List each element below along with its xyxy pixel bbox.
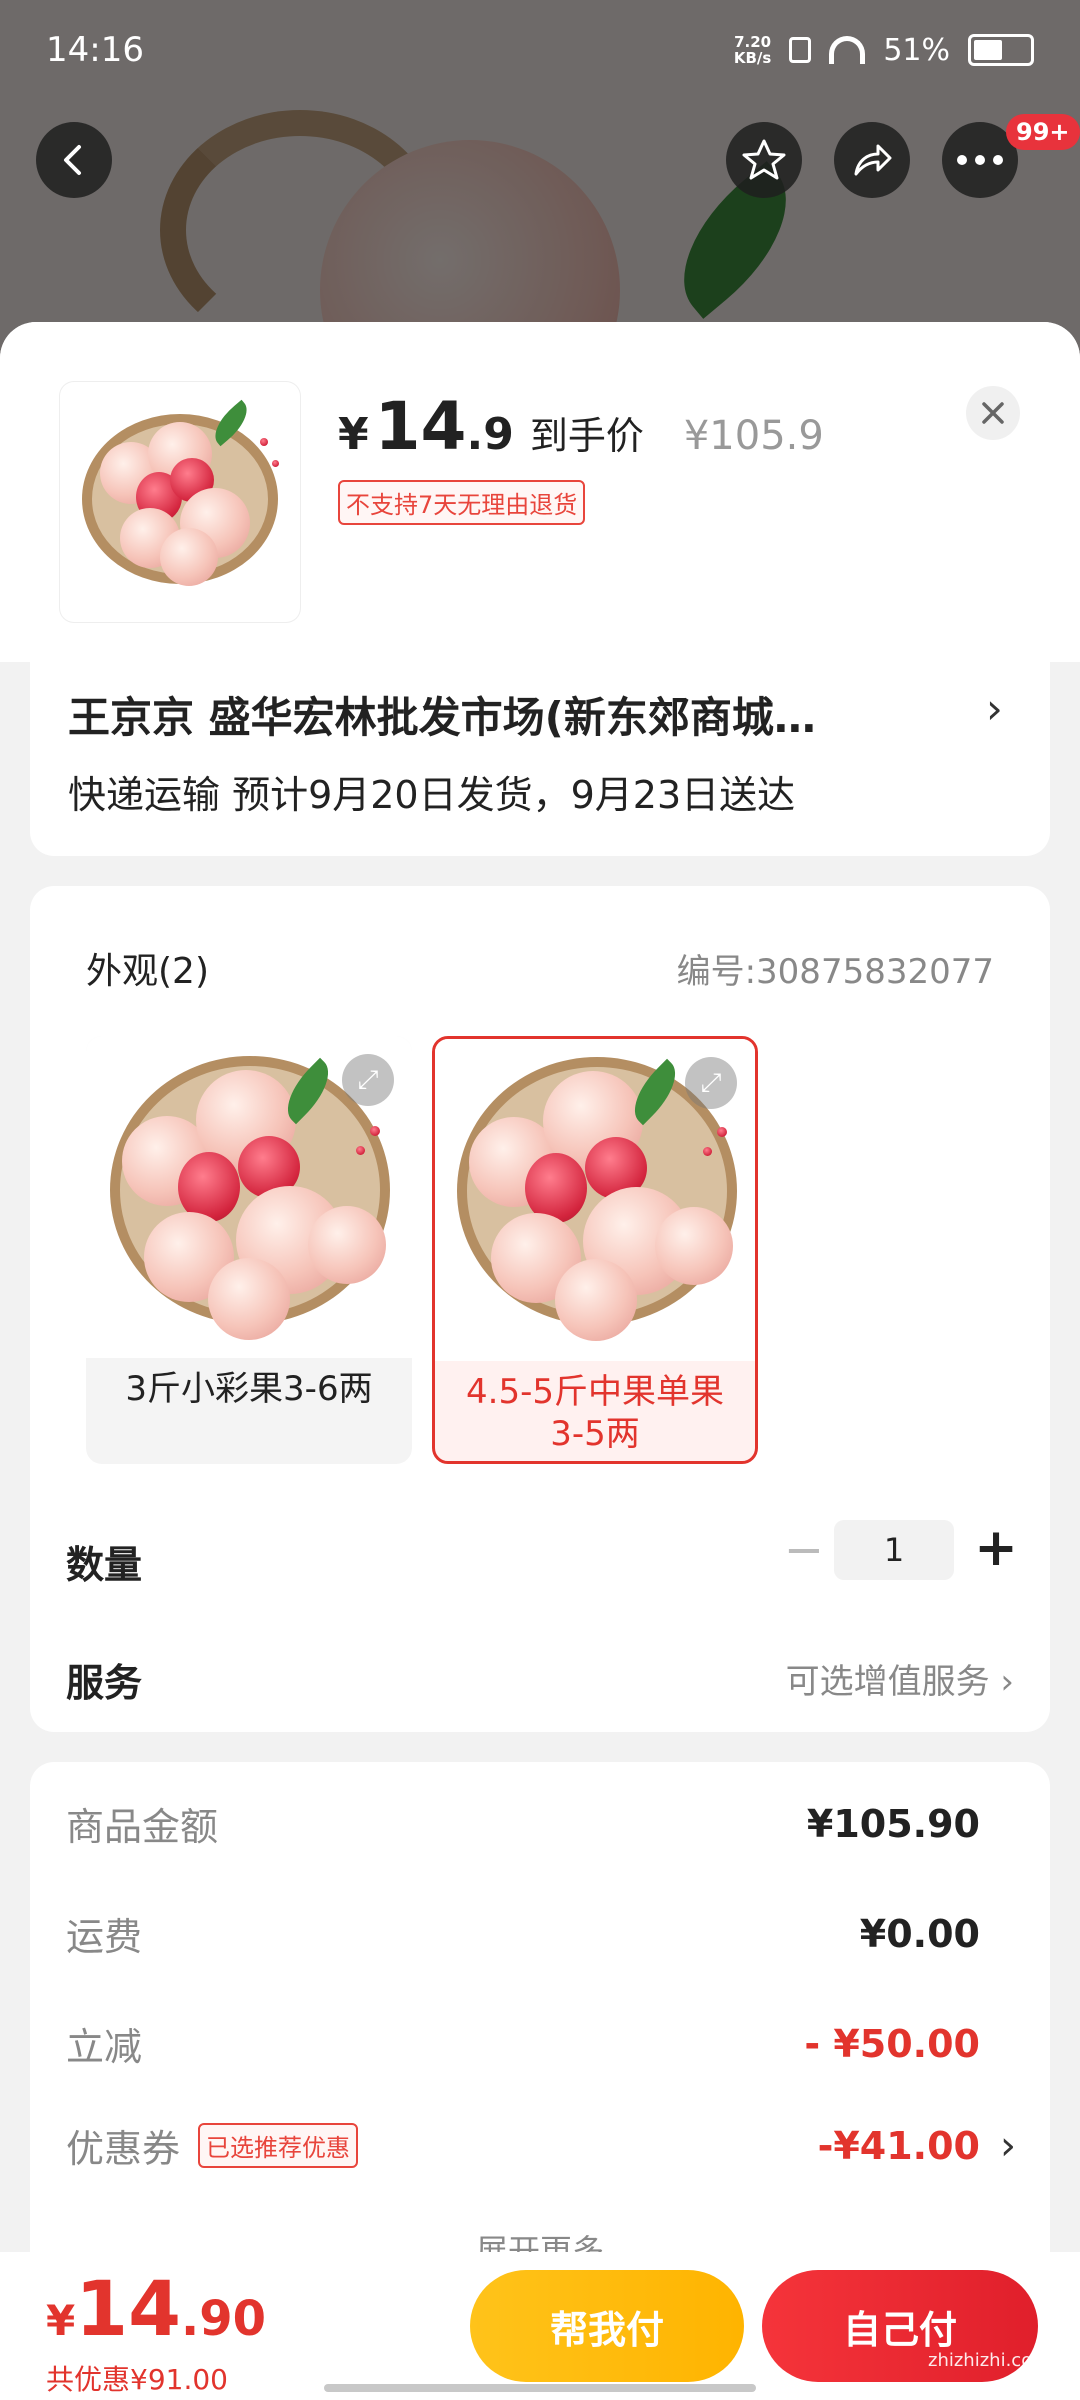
sheet-header: ¥ 14 .9 到手价 ¥105.9 不支持7天无理由退货 (0, 322, 1080, 662)
close-button[interactable] (966, 386, 1020, 440)
option-label: 4.5-5斤中果单果3-5两 (466, 1372, 724, 1454)
price-integer: 14 (374, 388, 467, 465)
home-indicator[interactable] (324, 2384, 756, 2392)
address-card[interactable]: 王京京 盛华宏林批发市场(新东郊商城… › 快递运输 预计9月20日发货，9月2… (30, 662, 1050, 856)
quantity-input[interactable]: 1 (834, 1520, 954, 1580)
expand-icon[interactable]: ⤢ (342, 1054, 394, 1106)
spec-title: 外观(2) (86, 951, 209, 992)
back-button[interactable] (36, 122, 112, 198)
price-decimal: .9 (466, 409, 514, 460)
wifi-icon (829, 36, 866, 64)
chevron-right-icon: › (1000, 2122, 1016, 2169)
product-thumbnail[interactable] (60, 382, 300, 622)
summary-row-shipping: 运费 ¥0.00 (66, 1911, 980, 1960)
chevron-right-icon: › (986, 684, 1003, 733)
close-icon (982, 402, 1004, 424)
return-policy-badge: 不支持7天无理由退货 (338, 480, 586, 525)
quantity-increase-button[interactable]: + (966, 1518, 1026, 1578)
status-time: 14:16 (46, 30, 144, 70)
watermark: zhizhizhi.com (928, 2350, 1050, 2371)
coupon-tag: 已选推荐优惠 (198, 2123, 359, 2168)
option-label: 3斤小彩果3-6两 (125, 1369, 373, 1409)
star-icon (742, 139, 786, 180)
price-label: 到手价 (529, 414, 644, 458)
address-line: 王京京 盛华宏林批发市场(新东郊商城… (68, 693, 816, 742)
expand-icon[interactable]: ⤢ (685, 1057, 737, 1109)
spec-card: 外观(2) 编号:30875832077 ⤢ 3斤小彩果3-6两 ⤢ 4.5-5… (30, 886, 1050, 1732)
sim-icon (789, 37, 812, 63)
battery-icon (968, 34, 1034, 66)
spec-option-selected[interactable]: ⤢ 4.5-5斤中果单果3-5两 (432, 1036, 758, 1464)
original-price: ¥105.9 (683, 413, 824, 459)
summary-row-discount: 立减 - ¥50.00 (66, 2021, 980, 2070)
help-pay-button[interactable]: 帮我付 (470, 2270, 744, 2382)
checkout-bar: ¥ 14 .90 共优惠¥91.00 帮我付 自己付 (0, 2252, 1080, 2400)
shipping-estimate: 快递运输 预计9月20日发货，9月23日送达 (68, 773, 796, 817)
product-code: 编号:30875832077 (676, 952, 994, 992)
favorite-button[interactable] (726, 122, 802, 198)
more-badge: 99+ (1006, 114, 1080, 150)
option-image: ⤢ (435, 1039, 755, 1361)
more-icon (957, 155, 1003, 165)
back-arrow-icon (64, 145, 81, 175)
price-row: ¥ 14 .9 到手价 ¥105.9 (338, 388, 824, 465)
quantity-decrease-button[interactable]: − (774, 1522, 834, 1582)
summary-row-coupon[interactable]: 优惠券 已选推荐优惠 -¥41.00 › (66, 2118, 1016, 2173)
net-speed: 7.20 KB/s (733, 33, 772, 67)
quantity-label: 数量 (66, 1543, 143, 1587)
summary-row-subtotal: 商品金额 ¥105.90 (66, 1801, 980, 1850)
sku-bottom-sheet: ¥ 14 .9 到手价 ¥105.9 不支持7天无理由退货 王京京 盛华宏林批发… (0, 322, 1080, 2400)
option-image: ⤢ (86, 1036, 412, 1358)
spec-option[interactable]: ⤢ 3斤小彩果3-6两 (86, 1036, 412, 1464)
total-price: ¥ 14 .90 (46, 2264, 267, 2353)
status-bar: 14:16 7.20 KB/s 51% (0, 0, 1080, 100)
share-button[interactable] (834, 122, 910, 198)
total-savings: 共优惠¥91.00 (46, 2363, 228, 2396)
share-icon (854, 144, 892, 176)
service-label: 服务 (66, 1661, 143, 1705)
service-selector[interactable]: 可选增值服务 › (786, 1654, 1014, 1703)
price-symbol: ¥ (338, 409, 369, 460)
battery-percent: 51% (883, 32, 950, 68)
